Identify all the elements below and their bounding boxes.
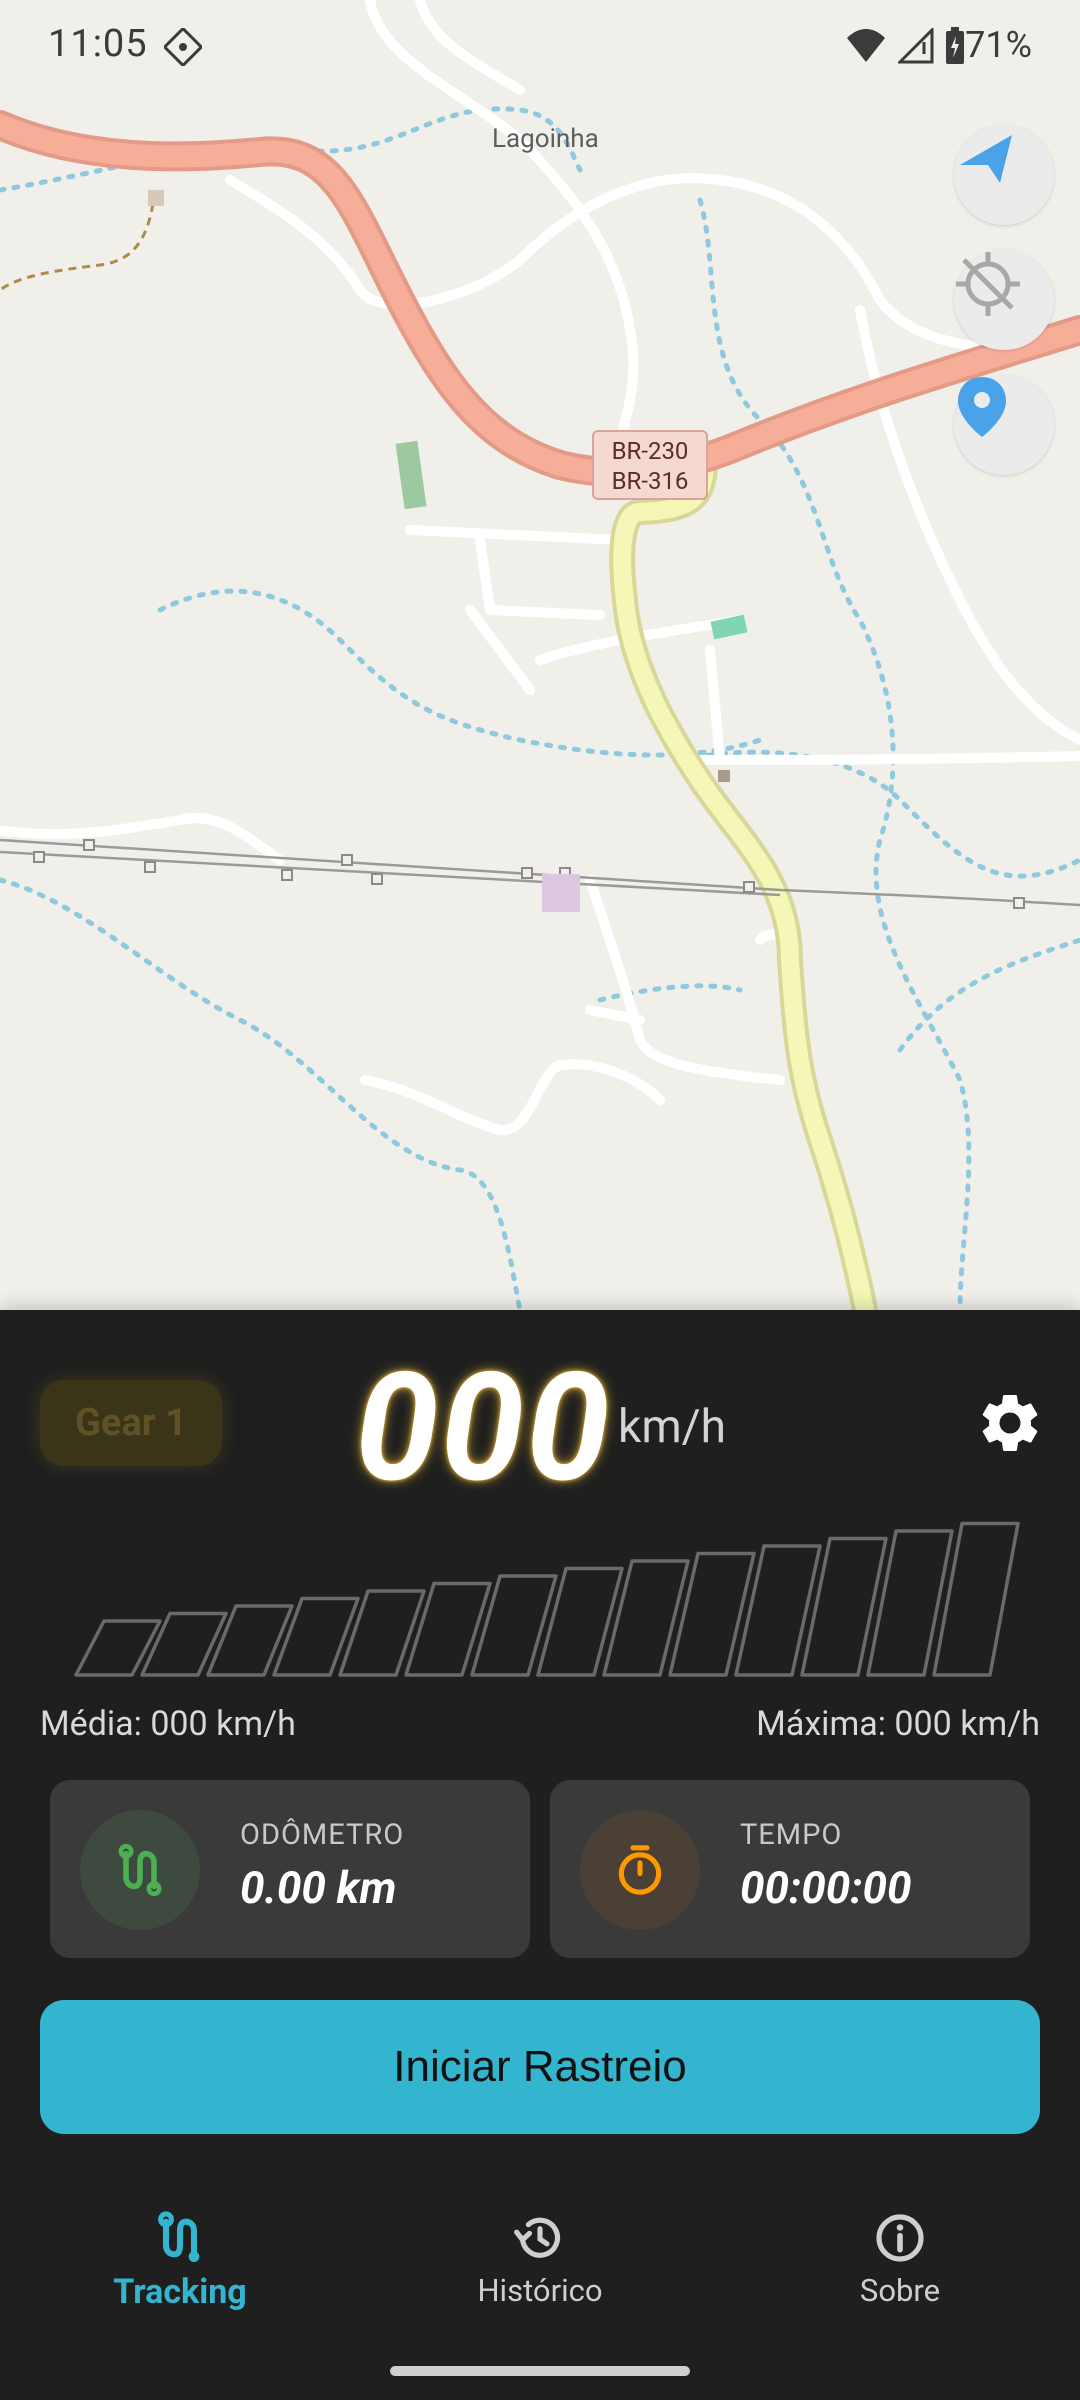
gauge-segment xyxy=(932,1521,1020,1677)
speed-gauge xyxy=(74,1521,1020,1677)
time-title: TEMPO xyxy=(740,1818,843,1852)
status-bar: 11:05 71% xyxy=(0,0,1080,92)
timer-icon-wrap xyxy=(580,1810,700,1930)
average-speed: Média: 000 km/h xyxy=(40,1704,296,1744)
cell-signal-icon xyxy=(898,28,934,64)
navigate-button[interactable] xyxy=(954,125,1054,225)
nfc-icon xyxy=(164,28,202,66)
home-indicator[interactable] xyxy=(390,2366,690,2376)
nav-tracking-label: Tracking xyxy=(113,2272,247,2312)
map-canvas xyxy=(0,0,1080,1310)
gps-off-icon xyxy=(956,252,1020,316)
route-icon xyxy=(158,2211,200,2263)
nav-tracking[interactable]: Tracking xyxy=(60,2210,300,2312)
gps-button[interactable] xyxy=(954,250,1054,350)
nav-about[interactable]: Sobre xyxy=(780,2210,1020,2309)
status-time: 11:05 xyxy=(48,22,148,66)
odometer-icon-wrap xyxy=(80,1810,200,1930)
timer-icon xyxy=(618,1845,662,1895)
settings-button[interactable] xyxy=(975,1388,1045,1458)
odometer-title: ODÔMETRO xyxy=(240,1818,405,1852)
speed-unit: km/h xyxy=(618,1400,726,1454)
navigation-arrow-icon xyxy=(960,135,1012,183)
time-card: TEMPO 00:00:00 xyxy=(550,1780,1030,1958)
max-speed: Máxima: 000 km/h xyxy=(756,1704,1040,1744)
location-pin-icon xyxy=(958,377,1006,437)
place-label: Lagoinha xyxy=(492,124,599,154)
time-value: 00:00:00 xyxy=(740,1862,912,1914)
odometer-card: ODÔMETRO 0.00 km xyxy=(50,1780,530,1958)
battery-percent: 71% xyxy=(965,24,1032,66)
road-shield: BR-230 BR-316 xyxy=(592,430,708,500)
nav-about-label: Sobre xyxy=(859,2272,941,2309)
current-speed: 000 xyxy=(355,1340,612,1516)
gear-badge: Gear 1 xyxy=(40,1380,222,1466)
history-icon xyxy=(514,2217,561,2258)
nav-history-label: Histórico xyxy=(477,2272,603,2309)
location-button[interactable] xyxy=(954,375,1054,475)
odometer-value: 0.00 km xyxy=(240,1862,397,1914)
info-icon xyxy=(876,2214,924,2262)
wifi-icon xyxy=(847,29,885,62)
road-shield-line-2: BR-316 xyxy=(611,467,689,495)
map-view[interactable]: Lagoinha BR-230 BR-316 xyxy=(0,0,1080,1310)
battery-icon xyxy=(946,27,964,64)
nav-history[interactable]: Histórico xyxy=(420,2210,660,2309)
route-icon xyxy=(118,1843,162,1897)
road-shield-line-1: BR-230 xyxy=(611,437,689,465)
start-tracking-button[interactable]: Iniciar Rastreio xyxy=(40,2000,1040,2134)
gear-icon xyxy=(982,1394,1038,1452)
